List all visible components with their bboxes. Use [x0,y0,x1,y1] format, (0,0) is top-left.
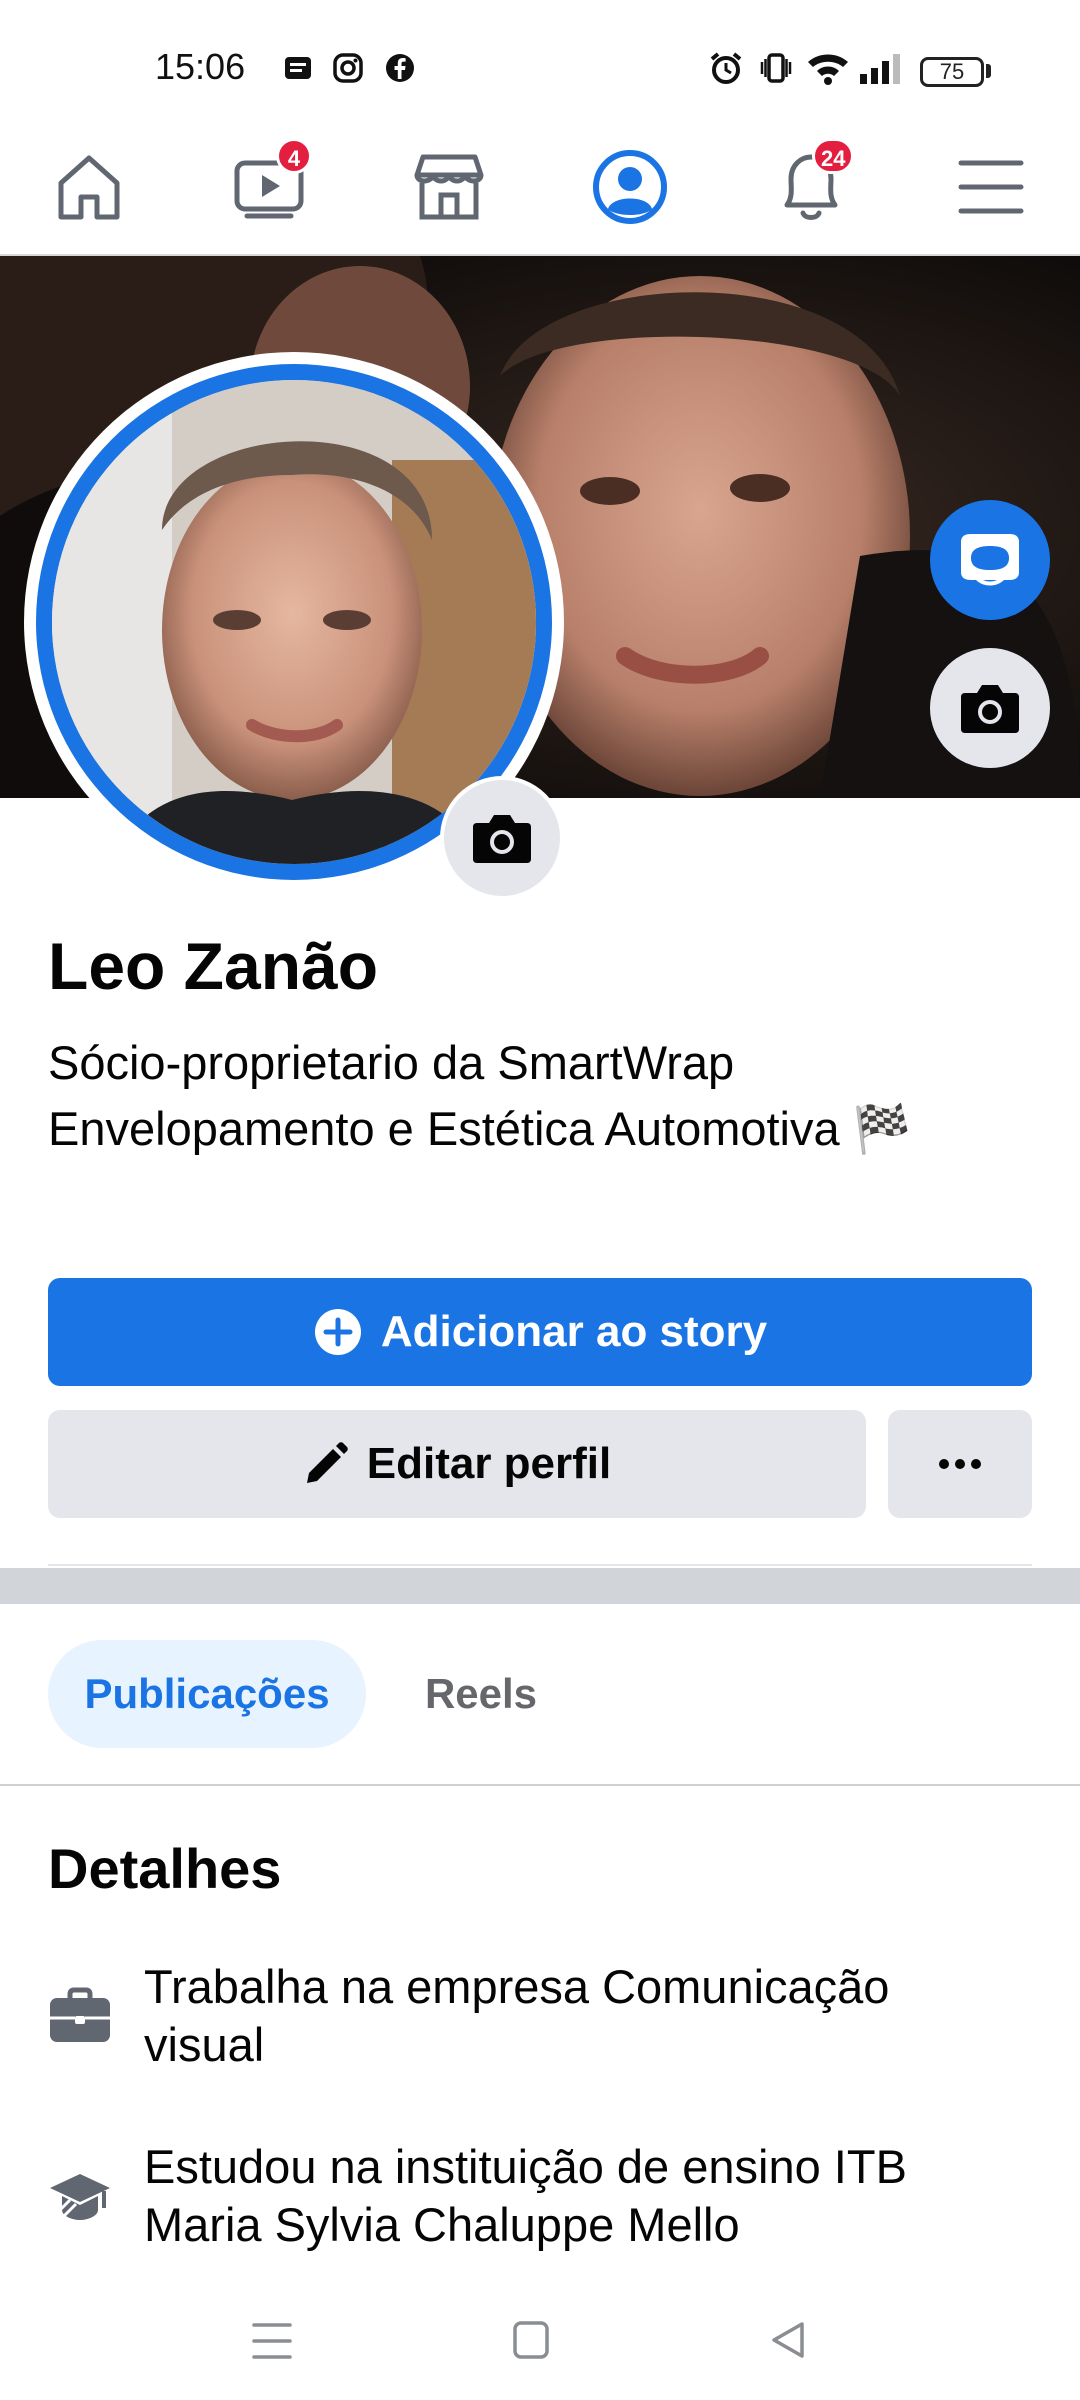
bio-line: Sócio-proprietario da SmartWrap [48,1036,735,1089]
instagram-icon [333,53,363,83]
add-to-story-button[interactable]: Adicionar ao story [48,1278,1032,1386]
details-title: Detalhes [48,1837,282,1900]
system-navigation-bar [0,2280,1080,2400]
profile-bio: Sócio-proprietario da SmartWrap Envelopa… [48,1030,1048,1162]
edit-profile-button[interactable]: Editar perfil [48,1410,866,1518]
marketplace-icon [414,154,484,220]
nav-home[interactable] [24,120,154,254]
home-button[interactable] [512,2320,550,2360]
detail-education[interactable]: Estudou na instituição de ensino ITB Mar… [48,2138,1048,2258]
battery-tip [986,64,991,78]
detail-education-text: Estudou na instituição de ensino ITB Mar… [144,2138,1044,2254]
back-button[interactable] [768,2320,808,2360]
avatar-icon [961,534,1019,586]
more-options-button[interactable] [888,1410,1032,1518]
detail-line: Maria Sylvia Chaluppe Mello [144,2198,740,2251]
notifications-badge: 24 [812,138,855,174]
nav-notifications[interactable]: 24 [746,120,876,254]
menu-icon [958,160,1024,214]
alarm-icon [710,52,742,84]
nav-watch[interactable]: 4 [204,120,334,254]
briefcase-icon [50,1987,110,2042]
status-time: 15:06 [155,46,246,87]
bio-line: Envelopamento e Estética Automotiva 🏁 [48,1102,912,1155]
add-to-story-label: Adicionar ao story [380,1307,768,1356]
wifi-icon [808,54,848,85]
avatar-button[interactable] [930,500,1050,620]
edit-profile-label: Editar perfil [366,1439,612,1488]
tab-posts[interactable]: Publicações [48,1640,366,1748]
detail-work-text: Trabalha na empresa Comunicação visual [144,1958,1044,2074]
pencil-icon [306,1442,348,1483]
watch-badge: 4 [276,138,312,174]
detail-line: Estudou na instituição de ensino ITB [144,2140,907,2193]
vibrate-icon [760,53,792,83]
section-divider [0,1568,1080,1604]
plus-circle-icon [314,1309,361,1355]
divider [48,1564,1032,1566]
status-bar: 15:06 75 [0,0,1080,120]
profile-icon [593,150,667,224]
detail-line: Trabalha na empresa Comunicação [144,1960,890,2013]
facebook-icon [386,54,414,82]
tabs-divider [0,1784,1080,1786]
signal-icon [860,54,900,84]
home-icon [58,155,120,220]
nav-menu[interactable] [926,120,1056,254]
battery-indicator: 75 [920,57,984,87]
camera-icon [961,685,1019,733]
camera-icon [473,815,531,863]
nav-marketplace[interactable] [384,120,514,254]
more-icon [939,1459,981,1469]
recent-apps-button[interactable] [252,2322,292,2360]
top-navigation: 4 24 [0,120,1080,372]
message-notification-icon [285,57,311,79]
tab-reels[interactable]: Reels [398,1640,564,1748]
detail-work[interactable]: Trabalha na empresa Comunicação visual [48,1958,1048,2078]
change-cover-photo-button[interactable] [930,648,1050,768]
graduation-cap-icon [50,2174,110,2220]
profile-name: Leo Zanão [48,929,379,1003]
change-profile-picture-button[interactable] [440,776,564,900]
nav-profile[interactable] [565,120,695,254]
detail-line: visual [144,2018,265,2071]
